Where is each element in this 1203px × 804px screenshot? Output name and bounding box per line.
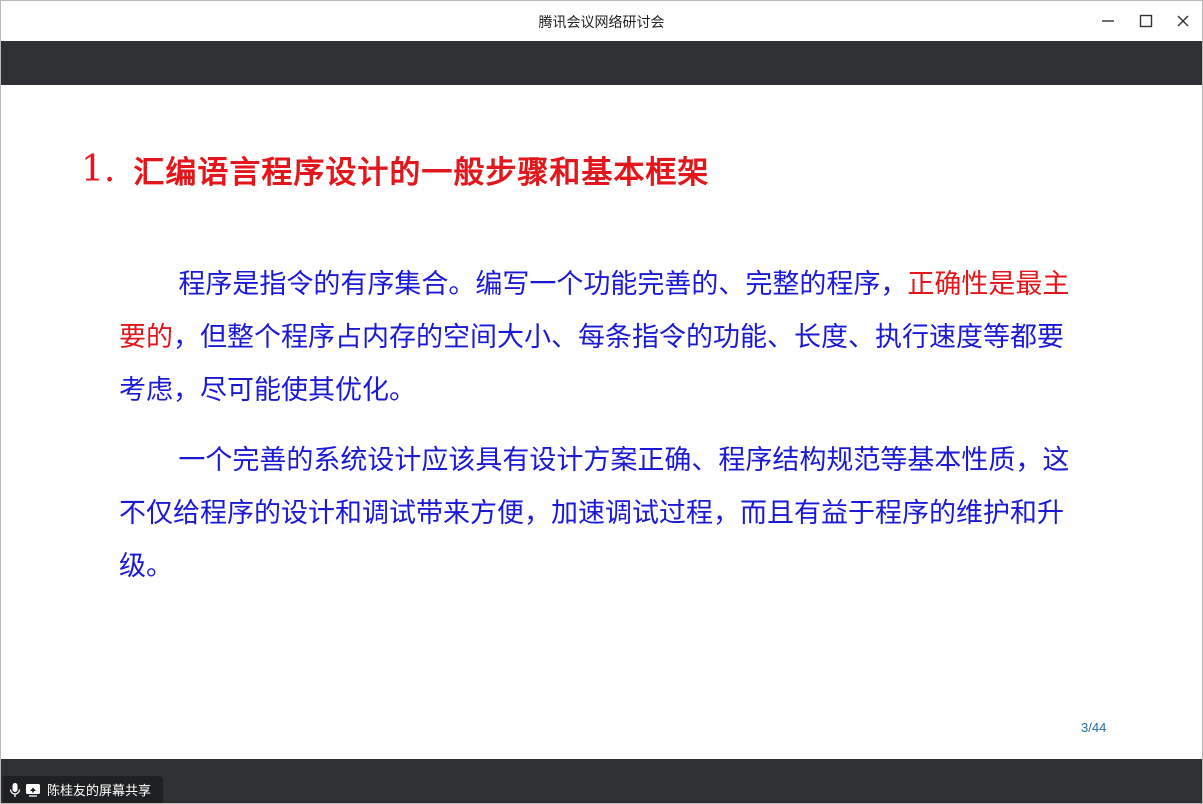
slide-paragraph-2: 一个完善的系统设计应该具有设计方案正确、程序结构规范等基本性质，这不仅给程序的设… [119, 445, 1070, 582]
minimize-icon [1102, 20, 1114, 22]
slide-title: 1. 汇编语言程序设计的一般步骤和基本框架 [81, 147, 709, 192]
close-icon [1177, 15, 1189, 27]
slide-page-indicator: 3/44 [1081, 720, 1107, 735]
close-button[interactable] [1169, 7, 1197, 35]
meeting-top-bar [1, 41, 1202, 85]
slide-title-number: 1. [81, 149, 116, 190]
title-bar[interactable]: 腾讯会议网络研讨会 [1, 1, 1202, 41]
maximize-button[interactable] [1132, 7, 1160, 35]
paragraph-1-part-1: 程序是指令的有序集合。编写一个功能完善的、完整的程序， [178, 269, 908, 300]
slide-paragraph-1: 程序是指令的有序集合。编写一个功能完善的、完整的程序，正确性是最主要的，但整个程… [119, 258, 1084, 417]
microphone-icon [9, 782, 21, 798]
shared-slide: 1. 汇编语言程序设计的一般步骤和基本框架 程序是指令的有序集合。编写一个功能完善… [1, 85, 1202, 759]
maximize-icon [1139, 14, 1153, 28]
screen-share-label: 陈桂友的屏幕共享 [47, 784, 152, 799]
meeting-window: 腾讯会议网络研讨会 1. 汇编语言程序设计的一般步骤和基本框架 程序是指令的有序集… [0, 0, 1203, 804]
screen-share-icon [25, 783, 41, 797]
slide-title-text: 汇编语言程序设计的一般步骤和基本框架 [133, 155, 710, 191]
minimize-button[interactable] [1094, 7, 1122, 35]
window-title: 腾讯会议网络研讨会 [538, 15, 665, 31]
screen-share-badge[interactable]: 陈桂友的屏幕共享 [3, 776, 164, 803]
meeting-bottom-bar: 陈桂友的屏幕共享 [1, 759, 1202, 803]
paragraph-1-part-2: ，但整个程序占内存的空间大小、每条指令的功能、长度、执行速度等都要考虑，尽可能使… [119, 322, 1064, 406]
